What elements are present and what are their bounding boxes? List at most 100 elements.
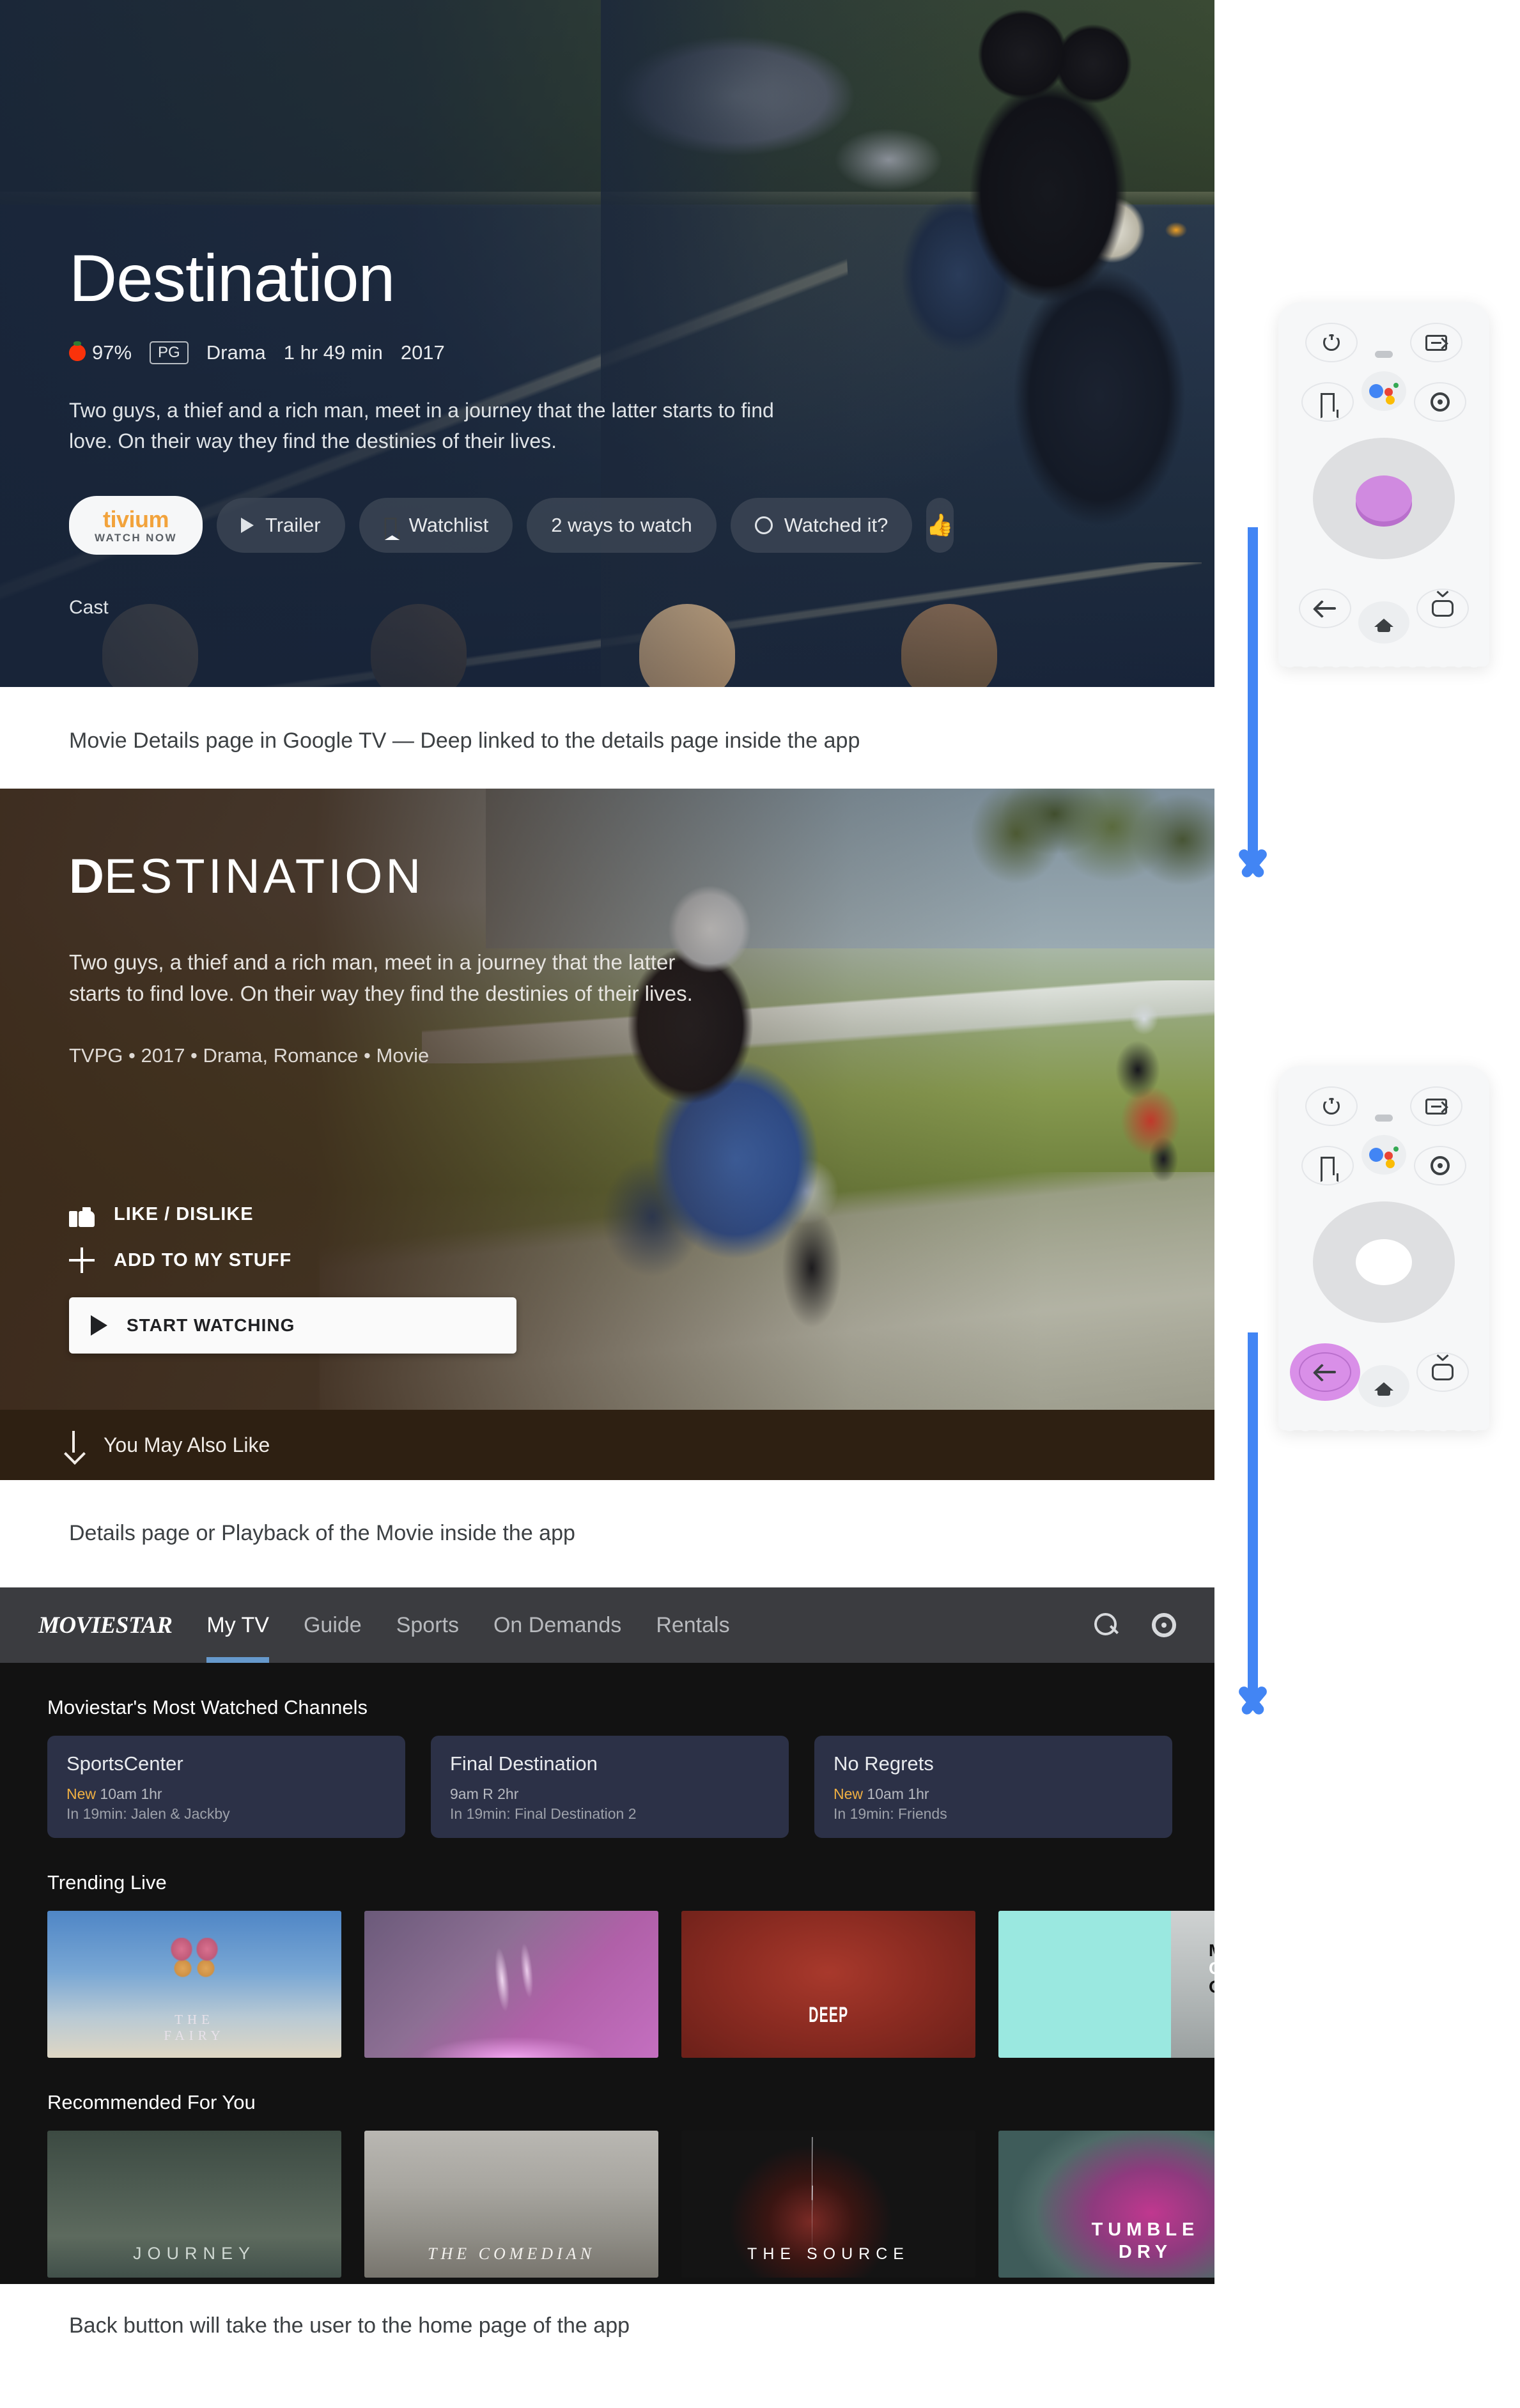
- circle-icon: [754, 516, 773, 535]
- new-badge: New: [66, 1786, 97, 1802]
- tile-deep[interactable]: DEEP: [681, 1911, 975, 2058]
- power-button[interactable]: [1305, 1086, 1358, 1126]
- input-button[interactable]: [1410, 1086, 1462, 1126]
- app-logo: MOVIESTAR: [38, 1612, 173, 1639]
- cast-heading: Cast: [69, 597, 109, 619]
- dpad-select-button[interactable]: [1356, 1239, 1412, 1285]
- watchlist-label: Watchlist: [408, 514, 489, 537]
- dpad-select-button[interactable]: [1356, 475, 1412, 521]
- tile-journey[interactable]: JOURNEY: [47, 2131, 341, 2278]
- power-icon: [1323, 1098, 1340, 1115]
- channel-next-up: In 19min: Final Destination 2: [450, 1805, 637, 1823]
- like-dislike-button[interactable]: LIKE / DISLIKE: [69, 1191, 593, 1237]
- tab-guide[interactable]: Guide: [304, 1587, 362, 1663]
- home-icon: [1374, 1377, 1393, 1396]
- input-button[interactable]: [1410, 323, 1462, 362]
- rate-button[interactable]: 👍: [926, 498, 954, 553]
- live-tv-button[interactable]: [1416, 589, 1469, 628]
- back-button[interactable]: [1299, 589, 1351, 628]
- add-to-my-stuff-label: ADD TO MY STUFF: [114, 1249, 292, 1270]
- rating-score-value: 97%: [92, 341, 132, 364]
- bookmark-button[interactable]: [1301, 382, 1354, 422]
- provider-logo-text: tivium: [102, 506, 169, 532]
- channel-name: No Regrets: [834, 1752, 934, 1775]
- live-tv-button[interactable]: [1416, 1352, 1469, 1392]
- tab-my-tv[interactable]: My TV: [206, 1587, 269, 1663]
- thumbs-up-icon: [69, 1201, 95, 1227]
- metadata-line: TVPG • 2017 • Drama, Romance • Movie: [69, 1044, 430, 1067]
- status-indicator: [1375, 351, 1393, 358]
- back-button[interactable]: [1299, 1352, 1351, 1392]
- start-watching-button[interactable]: START WATCHING: [69, 1297, 516, 1354]
- tv-icon: [1432, 600, 1454, 617]
- tile-the-source[interactable]: THE SOURCE: [681, 2131, 975, 2278]
- tile-the-comedian[interactable]: THE COMEDIAN: [364, 2131, 658, 2278]
- content-rating-badge: PG: [150, 341, 189, 365]
- status-indicator: [1375, 1115, 1393, 1122]
- section-title-trending: Trending Live: [47, 1871, 167, 1894]
- title-initial: D: [69, 849, 104, 904]
- home-button[interactable]: [1358, 1365, 1409, 1407]
- dpad[interactable]: [1313, 1201, 1455, 1323]
- tile-my-crazy-one[interactable]: MYCRAZYONE: [998, 1911, 1214, 2058]
- tile-title: THE SOURCE: [747, 2245, 910, 2263]
- channel-card[interactable]: Final Destination 9am R 2hr In 19min: Fi…: [431, 1736, 789, 1838]
- mockup-page: Destination 97% PG Drama 1 hr 49 min 201…: [0, 0, 1520, 2408]
- watchlist-button[interactable]: Watchlist: [359, 498, 513, 553]
- search-icon[interactable]: [1094, 1613, 1119, 1637]
- caption-panel2: Details page or Playback of the Movie in…: [69, 1521, 575, 1545]
- page-title: DESTINATION: [69, 853, 772, 901]
- tab-sports[interactable]: Sports: [396, 1587, 459, 1663]
- start-watching-label: START WATCHING: [127, 1315, 295, 1335]
- tile-title: MYCRAZYONE: [1209, 1941, 1214, 1996]
- gear-icon: [1431, 392, 1450, 412]
- ways-to-watch-button[interactable]: 2 ways to watch: [527, 498, 717, 553]
- home-button[interactable]: [1358, 601, 1409, 644]
- app-home-panel: MOVIESTAR My TV Guide Sports On Demands …: [0, 1587, 1214, 2284]
- section-title-channels: Moviestar's Most Watched Channels: [47, 1696, 368, 1718]
- channel-name: Final Destination: [450, 1752, 598, 1775]
- channel-next-up: In 19min: Jalen & Jackby: [66, 1805, 230, 1823]
- watched-it-button[interactable]: Watched it?: [730, 498, 913, 553]
- arrow-left-icon: [1314, 1363, 1336, 1381]
- trending-tile-row: THEFAIRY DEEP MYCRAZYONE: [0, 1911, 1214, 2058]
- play-icon: [91, 1315, 107, 1336]
- settings-button[interactable]: [1414, 1146, 1466, 1185]
- arrow-down-icon: [64, 1431, 83, 1459]
- duration-label: 1 hr 49 min: [283, 341, 383, 364]
- google-assistant-icon: [1369, 382, 1399, 405]
- assistant-button[interactable]: [1361, 371, 1406, 411]
- tab-on-demands[interactable]: On Demands: [493, 1587, 621, 1663]
- channel-card[interactable]: No Regrets New 10am 1hr In 19min: Friend…: [814, 1736, 1172, 1838]
- power-button[interactable]: [1305, 323, 1358, 362]
- home-icon: [1374, 614, 1393, 632]
- tile-tumble-dry[interactable]: TUMBLE DRY: [998, 2131, 1214, 2278]
- bookmark-button[interactable]: [1301, 1146, 1354, 1185]
- dpad[interactable]: [1313, 438, 1455, 559]
- channel-card[interactable]: SportsCenter New 10am 1hr In 19min: Jale…: [47, 1736, 405, 1838]
- tab-rentals[interactable]: Rentals: [656, 1587, 729, 1663]
- title-rest: ESTINATION: [104, 849, 424, 904]
- bookmark-icon: [1321, 1156, 1335, 1175]
- tile-title: THE FAIRY: [164, 2011, 225, 2043]
- settings-button[interactable]: [1414, 382, 1466, 422]
- gear-icon[interactable]: [1152, 1613, 1176, 1637]
- recommended-tile-row: JOURNEY THE COMEDIAN THE SOURCE TUMBLE DR…: [0, 2131, 1214, 2278]
- assistant-button[interactable]: [1361, 1135, 1406, 1175]
- trailer-button[interactable]: Trailer: [216, 498, 345, 553]
- power-icon: [1323, 334, 1340, 351]
- tile-title: TUMBLE DRY: [1091, 2219, 1200, 2263]
- page-title: Destination: [69, 242, 395, 316]
- google-tv-details-panel: Destination 97% PG Drama 1 hr 49 min 201…: [0, 0, 1214, 687]
- synopsis-text: Two guys, a thief and a rich man, meet i…: [69, 399, 774, 453]
- thumbs-updown-icon: 👍: [926, 513, 954, 538]
- tile-we[interactable]: [364, 1911, 658, 2058]
- add-to-my-stuff-button[interactable]: ADD TO MY STUFF: [69, 1237, 593, 1283]
- watch-now-button[interactable]: tivium WATCH NOW: [69, 496, 203, 555]
- you-may-also-like-bar[interactable]: You May Also Like: [0, 1410, 1214, 1480]
- tile-the-fairy[interactable]: THE FAIRY: [47, 1911, 341, 2058]
- watched-it-label: Watched it?: [784, 514, 888, 537]
- channel-schedule: New 10am 1hr: [66, 1784, 386, 1804]
- play-icon: [240, 518, 254, 534]
- channel-time: 10am 1hr: [867, 1786, 929, 1802]
